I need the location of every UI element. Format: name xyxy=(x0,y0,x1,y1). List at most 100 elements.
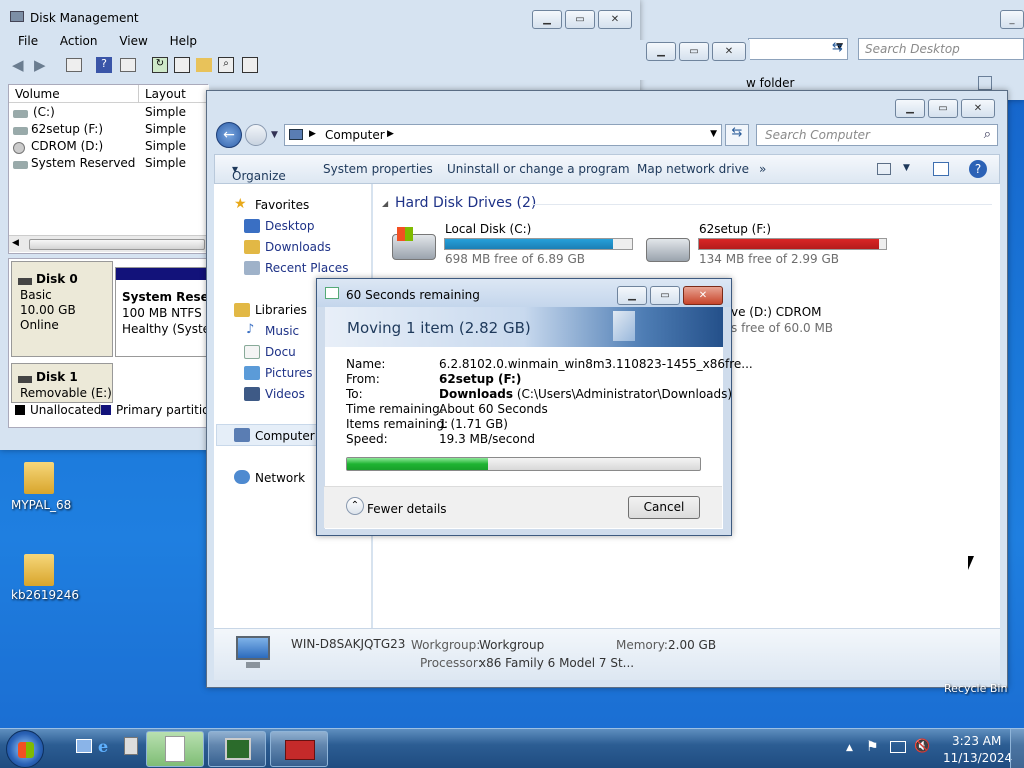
nav-computer[interactable]: Computer xyxy=(255,429,315,443)
volume-muted-icon[interactable]: 🔇 xyxy=(914,739,930,754)
cdrom-drive-name[interactable]: ve (D:) CDROM xyxy=(731,305,822,319)
minimize-button[interactable]: ▁ xyxy=(646,42,676,61)
maximize-button[interactable]: ▭ xyxy=(565,10,595,29)
new-folder-button[interactable]: w folder xyxy=(746,76,794,90)
quick-launch-desktop-icon[interactable] xyxy=(76,739,92,753)
forward-arrow-icon[interactable]: ▶ xyxy=(34,56,46,74)
close-button[interactable]: ✕ xyxy=(683,286,723,305)
clock-date[interactable]: 11/13/2024 xyxy=(943,751,1012,765)
nav-recent-places[interactable]: Recent Places xyxy=(265,261,348,275)
nav-music[interactable]: Music xyxy=(265,324,299,338)
maximize-button[interactable]: ▭ xyxy=(679,42,709,61)
cancel-button[interactable]: Cancel xyxy=(628,496,700,519)
horizontal-scrollbar[interactable]: ◀ xyxy=(9,235,209,252)
address-bar[interactable]: ▶ Computer ▶ ▼ xyxy=(284,124,722,146)
taskbar-notepad[interactable] xyxy=(146,731,204,767)
nav-favorites[interactable]: Favorites xyxy=(255,198,309,212)
nav-videos[interactable]: Videos xyxy=(265,387,305,401)
desktop-icon-kb[interactable]: kb2619246 xyxy=(8,550,79,610)
volume-list[interactable]: Volume Layout (C:) Simple 62setup (F:) S… xyxy=(8,84,209,254)
nav-pictures[interactable]: Pictures xyxy=(265,366,313,380)
nav-desktop[interactable]: Desktop xyxy=(265,219,315,233)
show-hidden-icons[interactable]: ▲ xyxy=(846,743,853,753)
help-icon[interactable]: ? xyxy=(969,160,987,178)
minimize-button[interactable]: ▁ xyxy=(895,99,925,118)
menu-help[interactable]: Help xyxy=(170,34,197,48)
nav-downloads[interactable]: Downloads xyxy=(265,240,331,254)
group-title[interactable]: Hard Disk Drives (2) xyxy=(395,195,536,211)
to-link[interactable]: Downloads (C:\Users\Administrator\Downlo… xyxy=(439,387,732,401)
more-commands-button[interactable]: » xyxy=(759,162,766,176)
collapse-group-icon[interactable]: ◢ xyxy=(382,199,388,208)
refresh-button[interactable]: ⇆ xyxy=(725,124,749,146)
drive-f-item[interactable]: 62setup (F:) 134 MB free of 2.99 GB xyxy=(644,218,894,270)
back-arrow-icon[interactable]: ◀ xyxy=(12,56,24,74)
uninstall-program-button[interactable]: Uninstall or change a program xyxy=(447,162,630,176)
console-tree-icon[interactable] xyxy=(66,58,82,72)
help-icon[interactable]: ? xyxy=(96,57,112,73)
table-row[interactable]: CDROM (D:) Simple xyxy=(13,139,209,156)
nav-documents[interactable]: Docu xyxy=(265,345,296,359)
col-layout[interactable]: Layout xyxy=(145,87,186,101)
rescan-icon[interactable] xyxy=(174,57,190,73)
title-bar[interactable]: Disk Management ▁ ▭ ✕ xyxy=(0,0,640,30)
search-icon[interactable]: ⌕ xyxy=(218,57,234,73)
breadcrumb[interactable]: Computer xyxy=(325,128,385,142)
refresh-icon[interactable]: ⇆ xyxy=(832,40,852,55)
views-icon[interactable] xyxy=(877,163,891,175)
forward-button[interactable] xyxy=(245,124,267,146)
nav-libraries[interactable]: Libraries xyxy=(255,303,307,317)
drive-c-item[interactable]: Local Disk (C:) 698 MB free of 6.89 GB xyxy=(390,218,640,270)
menu-file[interactable]: File xyxy=(18,34,38,48)
dialog-titlebar[interactable]: 60 Seconds remaining ▁ ▭ ✕ xyxy=(317,279,731,307)
system-properties-button[interactable]: System properties xyxy=(323,162,433,176)
system-reserved-partition[interactable]: System Reserv 100 MB NTFS Healthy (Syste… xyxy=(115,267,223,357)
menu-action[interactable]: Action xyxy=(60,34,98,48)
folder-open-icon[interactable] xyxy=(196,58,212,72)
show-desktop-button[interactable] xyxy=(1010,729,1024,768)
desktop-icon-mypal[interactable]: MYPAL_68 xyxy=(8,458,72,518)
maximize-button[interactable]: ▭ xyxy=(650,286,680,305)
clock-time[interactable]: 3:23 AM xyxy=(952,734,1001,748)
map-network-drive-button[interactable]: Map network drive xyxy=(637,162,749,176)
views-icon[interactable] xyxy=(978,76,992,90)
hidden-window-titlebar[interactable]: ▁ ▭ ✕ xyxy=(640,40,750,80)
from-link[interactable]: 62setup (F:) xyxy=(439,372,521,386)
close-button[interactable]: ✕ xyxy=(712,42,746,61)
minimize-button[interactable]: ▁ xyxy=(617,286,647,305)
disk1-panel[interactable]: Disk 1 Removable (E:) xyxy=(11,363,113,403)
fewer-details-toggle[interactable]: ⌃ Fewer details xyxy=(346,497,456,517)
col-volume[interactable]: Volume xyxy=(15,87,60,101)
action-center-flag-icon[interactable]: ⚑ xyxy=(866,739,879,755)
network-tray-icon[interactable] xyxy=(890,741,906,753)
history-dropdown-icon[interactable]: ▼ xyxy=(271,130,278,140)
minimize-button[interactable]: _ xyxy=(1000,10,1024,29)
properties-icon[interactable] xyxy=(120,58,136,72)
chevron-down-icon[interactable]: ▼ xyxy=(903,163,910,173)
close-button[interactable]: ✕ xyxy=(598,10,632,29)
table-row[interactable]: System Reserved Simple xyxy=(13,156,209,173)
quick-launch-more-icon[interactable] xyxy=(124,737,138,755)
search-input[interactable]: Search Desktop xyxy=(858,38,1024,60)
close-button[interactable]: ✕ xyxy=(961,99,995,118)
table-row[interactable]: 62setup (F:) Simple xyxy=(13,122,209,139)
table-row[interactable]: (C:) Simple xyxy=(13,105,209,122)
minimize-button[interactable]: ▁ xyxy=(532,10,562,29)
recycle-bin-label[interactable]: Recycle Bin xyxy=(944,682,1024,696)
internet-explorer-icon[interactable]: e xyxy=(98,737,116,756)
nav-network[interactable]: Network xyxy=(255,471,305,485)
search-input[interactable]: Search Computer ⌕ xyxy=(756,124,998,146)
scroll-left-icon[interactable]: ◀ xyxy=(12,238,19,248)
menu-view[interactable]: View xyxy=(119,34,147,48)
back-button[interactable]: ← xyxy=(216,122,242,148)
settings-icon[interactable] xyxy=(242,57,258,73)
disk0-panel[interactable]: Disk 0 Basic 10.00 GB Online xyxy=(11,261,113,357)
maximize-button[interactable]: ▭ xyxy=(928,99,958,118)
scroll-thumb[interactable] xyxy=(29,239,205,250)
chevron-down-icon[interactable]: ▼ xyxy=(710,129,717,139)
preview-pane-icon[interactable] xyxy=(933,162,949,176)
taskbar-toolbox[interactable] xyxy=(270,731,328,767)
taskbar-disk-management[interactable] xyxy=(208,731,266,767)
organize-button[interactable]: Organize ▾ xyxy=(232,162,286,183)
refresh-icon[interactable]: ↻ xyxy=(152,57,168,73)
